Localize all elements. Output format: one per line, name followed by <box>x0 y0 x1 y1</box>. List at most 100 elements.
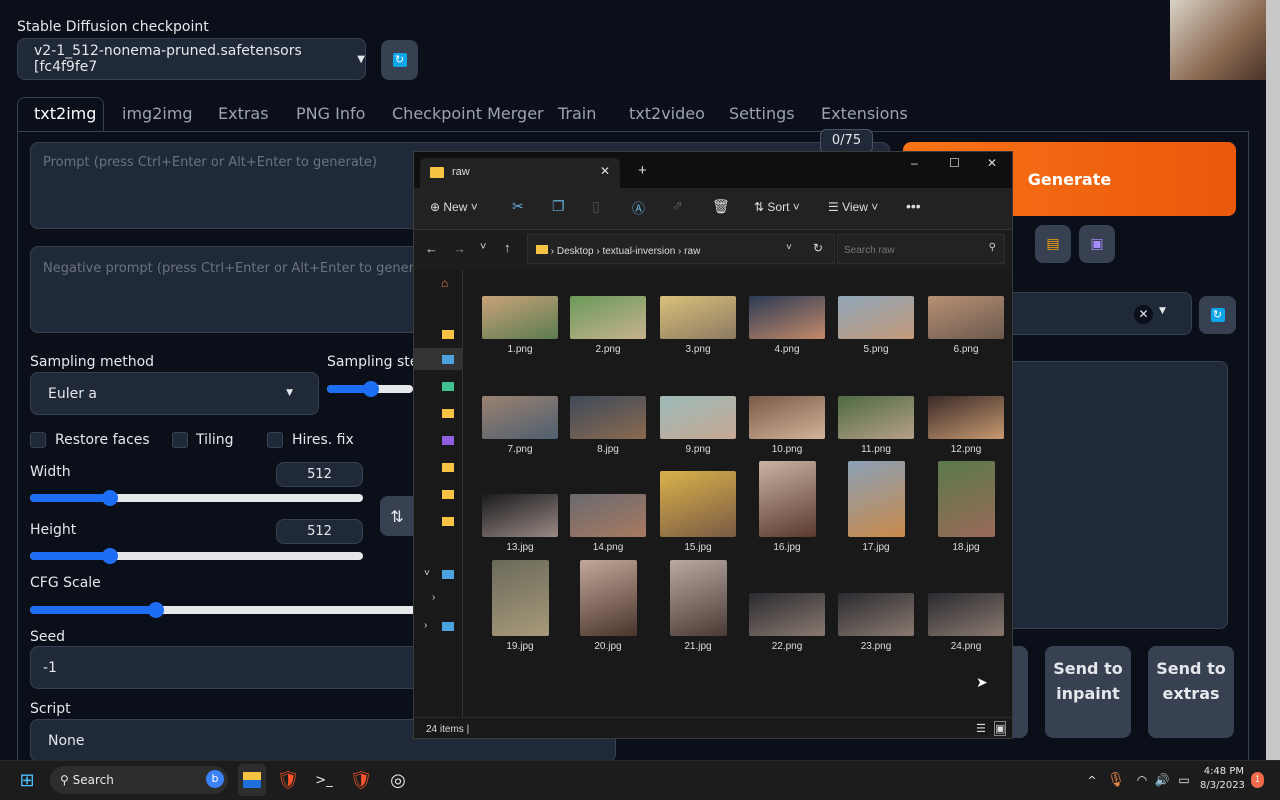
new-tab-icon[interactable]: + <box>638 162 647 179</box>
file-name[interactable]: 4.png <box>742 344 832 355</box>
rename-icon[interactable]: Ⓐ <box>632 198 645 217</box>
clock[interactable]: 4:48 PM 8/3/2023 <box>1200 765 1245 793</box>
minimize-icon[interactable]: – <box>911 156 918 170</box>
file-name[interactable]: 19.jpg <box>475 641 565 652</box>
folder-icon[interactable] <box>442 463 454 472</box>
width-input[interactable]: 512 <box>276 462 363 487</box>
expand-this-pc-icon[interactable]: ˅ <box>424 568 430 579</box>
details-view-icon[interactable]: ☰ <box>976 722 986 735</box>
file-thumbnail[interactable] <box>749 296 825 339</box>
downloads-icon[interactable] <box>442 382 454 391</box>
file-thumbnail[interactable] <box>491 560 549 636</box>
file-name[interactable]: 5.png <box>831 344 921 355</box>
file-thumbnail[interactable] <box>570 296 646 339</box>
explorer-tab[interactable]: raw ✕ <box>420 158 620 188</box>
cut-icon[interactable]: ✂ <box>512 198 524 215</box>
close-tab-icon[interactable]: ✕ <box>600 164 610 178</box>
file-name[interactable]: 12.png <box>921 444 1011 455</box>
file-thumbnail[interactable] <box>928 396 1004 439</box>
paste-icon[interactable]: ▯ <box>592 198 600 215</box>
up-icon[interactable]: ↑ <box>504 240 511 255</box>
file-name[interactable]: 20.jpg <box>563 641 653 652</box>
file-thumbnail[interactable] <box>928 296 1004 339</box>
file-name[interactable]: 14.png <box>563 542 653 553</box>
tab-txt2img[interactable]: txt2img <box>34 104 96 123</box>
address-bar[interactable]: › Desktop › textual-inversion › raw ˅ ↻ <box>527 234 835 264</box>
sampling-steps-slider[interactable] <box>327 381 413 397</box>
tiles-view-icon[interactable]: ▣ <box>994 721 1007 736</box>
file-thumbnail[interactable] <box>570 396 646 439</box>
send-to-extras-button[interactable]: Send to extras <box>1148 646 1234 738</box>
maximize-icon[interactable]: ☐ <box>949 156 960 170</box>
chevron-right-icon[interactable]: › <box>424 620 427 631</box>
file-thumbnail[interactable] <box>482 494 558 537</box>
file-name[interactable]: 9.png <box>653 444 743 455</box>
breadcrumb-raw[interactable]: raw <box>684 246 700 257</box>
checkpoint-dropdown[interactable]: v2-1_512-nonema-pruned.safetensors [fc4f… <box>17 38 366 80</box>
chevron-right-icon[interactable]: › <box>432 592 435 603</box>
delete-icon[interactable]: 🗑 <box>712 198 730 215</box>
share-icon[interactable]: ⇗ <box>672 198 683 214</box>
close-window-icon[interactable]: ✕ <box>987 156 997 170</box>
file-name[interactable]: 17.jpg <box>831 542 921 553</box>
tab-txt2video[interactable]: txt2video <box>629 104 705 123</box>
file-name[interactable]: 23.png <box>831 641 921 652</box>
file-name[interactable]: 3.png <box>653 344 743 355</box>
breadcrumb-textual-inversion[interactable]: textual-inversion <box>602 246 675 257</box>
this-pc-icon[interactable] <box>442 570 454 579</box>
breadcrumb-desktop[interactable]: Desktop <box>557 246 594 257</box>
file-thumbnail[interactable] <box>838 396 914 439</box>
file-thumbnail[interactable] <box>482 296 558 339</box>
hires-fix-checkbox[interactable] <box>267 432 283 448</box>
file-thumbnail[interactable] <box>482 396 558 439</box>
file-name[interactable]: 24.png <box>921 641 1011 652</box>
file-thumbnail[interactable] <box>838 593 914 636</box>
refresh-icon[interactable]: ↻ <box>813 241 823 255</box>
taskbar-search[interactable]: ⚲ Search b <box>50 766 228 794</box>
refresh-styles-button[interactable]: ↻ <box>1199 296 1236 334</box>
file-name[interactable]: 10.png <box>742 444 832 455</box>
file-name[interactable]: 6.png <box>921 344 1011 355</box>
search-input[interactable]: Search raw ⚲ <box>837 234 1005 264</box>
height-slider[interactable] <box>30 548 363 564</box>
new-button[interactable]: ⊕ New ˅ <box>430 200 478 214</box>
show-hidden-icons[interactable]: ^ <box>1080 768 1104 792</box>
folder-icon[interactable] <box>442 330 454 339</box>
swap-dimensions-button[interactable]: ⇅ <box>380 496 414 536</box>
file-name[interactable]: 15.jpg <box>653 542 743 553</box>
microphone-icon[interactable]: 🎙 <box>1104 768 1128 792</box>
tab-settings[interactable]: Settings <box>729 104 795 123</box>
sampling-method-dropdown[interactable]: Euler a ▼ <box>30 372 319 415</box>
file-thumbnail[interactable] <box>749 396 825 439</box>
videos-icon[interactable] <box>442 436 454 445</box>
tab-png-info[interactable]: PNG Info <box>296 104 365 123</box>
file-thumbnail[interactable] <box>660 396 736 439</box>
sort-button[interactable]: ⇅ Sort ˅ <box>754 200 800 214</box>
recent-locations-icon[interactable]: ˅ <box>480 241 486 253</box>
file-name[interactable]: 13.jpg <box>475 542 565 553</box>
tab-extensions[interactable]: Extensions <box>821 104 908 123</box>
file-thumbnail[interactable] <box>758 461 816 537</box>
chevron-down-icon[interactable]: ˅ <box>786 242 792 253</box>
folder-icon[interactable] <box>442 490 454 499</box>
folder-icon[interactable] <box>442 409 454 418</box>
desktop-icon[interactable] <box>442 355 454 364</box>
file-name[interactable]: 7.png <box>475 444 565 455</box>
file-name[interactable]: 22.png <box>742 641 832 652</box>
styles-dropdown[interactable]: ✕ ▼ <box>1000 292 1192 335</box>
page-scrollbar[interactable] <box>1266 0 1280 760</box>
obs-icon[interactable]: ◎ <box>386 768 410 792</box>
back-icon[interactable]: ← <box>425 241 438 256</box>
file-thumbnail[interactable] <box>928 593 1004 636</box>
copy-icon[interactable]: ❐ <box>552 198 565 215</box>
forward-icon[interactable]: → <box>453 241 466 256</box>
paste-styles-button[interactable]: ▤ <box>1035 225 1071 263</box>
windows-start-icon[interactable]: ⊞ <box>15 768 39 792</box>
tab-extras[interactable]: Extras <box>218 104 269 123</box>
more-options-icon[interactable]: ••• <box>906 198 921 214</box>
file-thumbnail[interactable] <box>660 296 736 339</box>
file-thumbnail[interactable] <box>749 593 825 636</box>
brave-browser-icon[interactable]: 🛡 <box>276 768 300 792</box>
save-style-button[interactable]: ▣ <box>1079 225 1115 263</box>
volume-icon[interactable]: 🔊 <box>1150 768 1174 792</box>
